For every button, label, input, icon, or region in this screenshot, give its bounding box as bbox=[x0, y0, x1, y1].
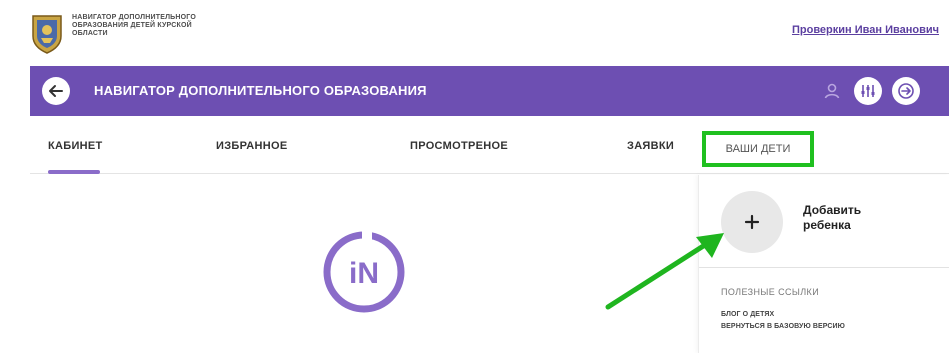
site-name[interactable]: НАВИГАТОР ДОПОЛНИТЕЛЬНОГО ОБРАЗОВАНИЯ ДЕ… bbox=[72, 14, 272, 38]
tab-cabinet[interactable]: КАБИНЕТ bbox=[48, 140, 103, 174]
add-child-label-line-2: ребенка bbox=[803, 218, 851, 232]
site-header: НАВИГАТОР ДОПОЛНИТЕЛЬНОГО ОБРАЗОВАНИЯ ДЕ… bbox=[0, 0, 949, 62]
person-icon bbox=[824, 83, 840, 99]
filter-button[interactable] bbox=[854, 77, 882, 105]
plus-icon bbox=[744, 214, 760, 230]
logout-button[interactable] bbox=[892, 77, 920, 105]
user-profile-link[interactable]: Проверкин Иван Иванович bbox=[792, 24, 939, 36]
profile-button[interactable] bbox=[818, 77, 846, 105]
tab-applications[interactable]: ЗАЯВКИ bbox=[627, 140, 674, 152]
site-name-line-2: ОБРАЗОВАНИЯ ДЕТЕЙ КУРСКОЙ bbox=[72, 22, 192, 29]
cabinet-main-panel: iN bbox=[30, 175, 698, 353]
cabinet-tabs: КАБИНЕТ ИЗБРАННОЕ ПРОСМОТРЕНОЕ ЗАЯВКИ ВА… bbox=[30, 130, 949, 174]
add-child-label-line-1: Добавить bbox=[803, 203, 862, 217]
coat-of-arms-icon bbox=[32, 15, 62, 54]
site-name-line-1: НАВИГАТОР ДОПОЛНИТЕЛЬНОГО bbox=[72, 14, 197, 21]
back-button[interactable] bbox=[42, 77, 70, 105]
tab-favorites[interactable]: ИЗБРАННОЕ bbox=[216, 140, 288, 152]
logo-text: iN bbox=[349, 257, 379, 290]
annotation-arrow-icon bbox=[605, 233, 724, 310]
arrow-left-icon bbox=[49, 85, 63, 97]
tab-your-children-label: ВАШИ ДЕТИ bbox=[725, 143, 791, 155]
basic-version-link[interactable]: ВЕРНУТЬСЯ В БАЗОВУЮ ВЕРСИЮ bbox=[721, 323, 845, 330]
tab-viewed[interactable]: ПРОСМОТРЕНОЕ bbox=[410, 140, 508, 152]
bar-title: НАВИГАТОР ДОПОЛНИТЕЛЬНОГО ОБРАЗОВАНИЯ bbox=[94, 83, 427, 98]
site-name-line-3: ОБЛАСТИ bbox=[72, 30, 108, 37]
tab-your-children[interactable]: ВАШИ ДЕТИ bbox=[702, 131, 814, 167]
logout-icon bbox=[898, 83, 914, 99]
add-child-label[interactable]: Добавить ребенка bbox=[803, 203, 861, 233]
navigator-logo: iN bbox=[323, 230, 405, 313]
filter-sliders-icon bbox=[861, 85, 875, 97]
navigator-bar: НАВИГАТОР ДОПОЛНИТЕЛЬНОГО ОБРАЗОВАНИЯ bbox=[30, 66, 949, 116]
